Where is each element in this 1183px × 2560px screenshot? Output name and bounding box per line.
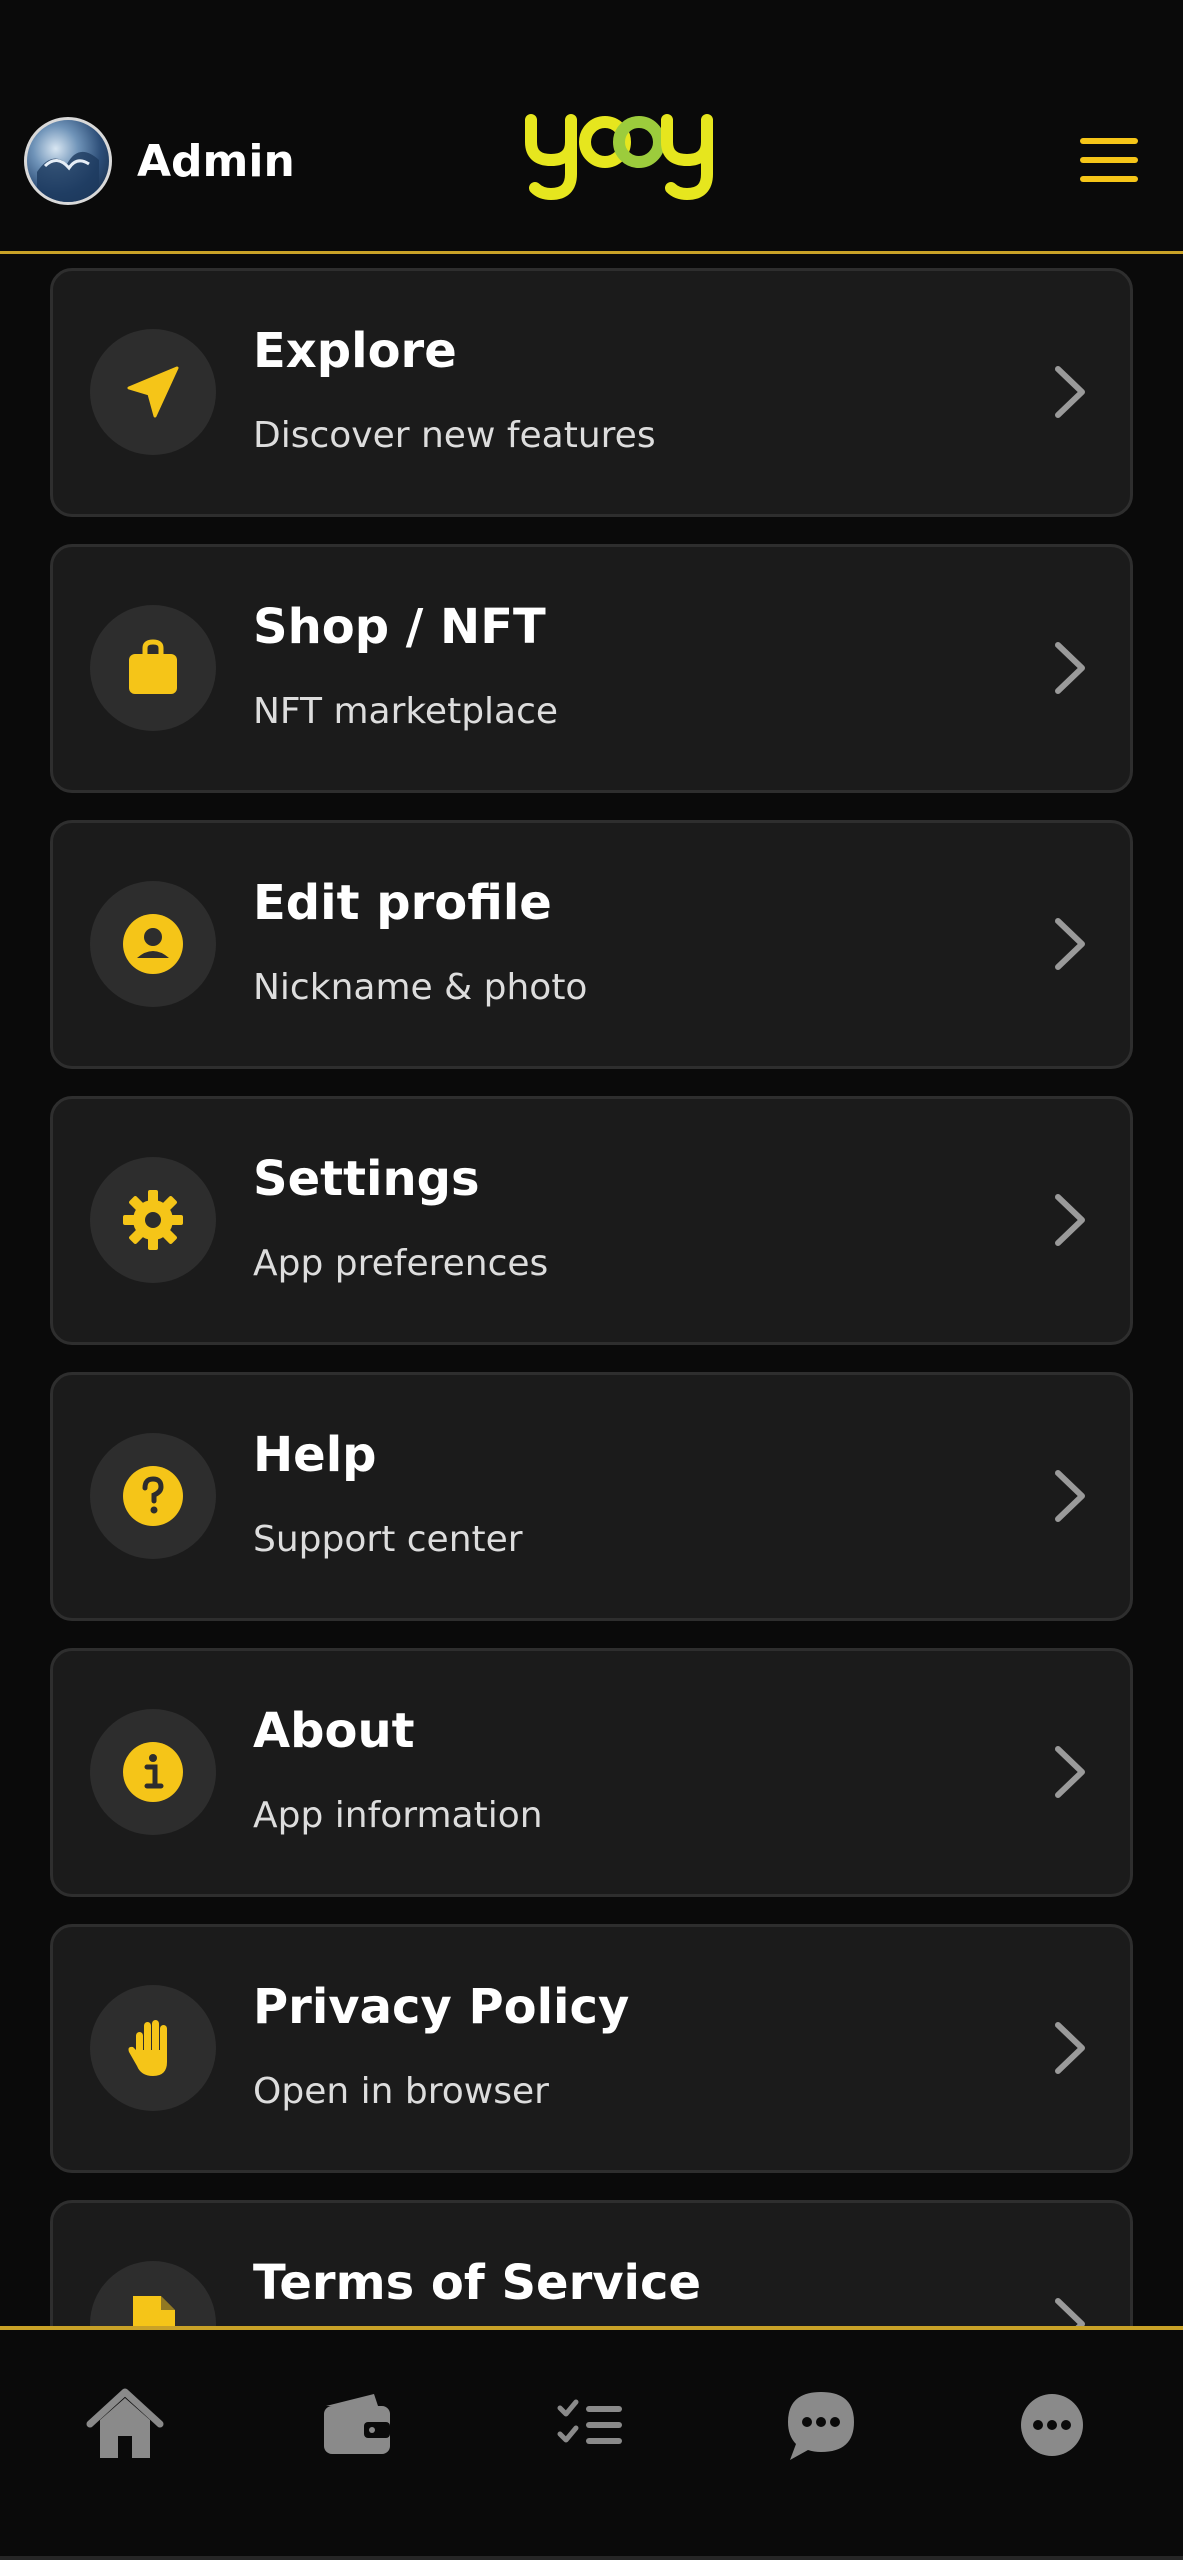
chevron-right-icon [1055, 366, 1085, 418]
home-icon[interactable] [80, 2380, 170, 2470]
info-circle-glyph [123, 1742, 183, 1802]
home-glyph [86, 2388, 164, 2458]
menu-item-title: Shop / NFT [253, 599, 546, 655]
menu-item-title: Privacy Policy [253, 1979, 630, 2035]
home-indicator [0, 2556, 1183, 2560]
chevron-right-icon [1055, 918, 1085, 970]
menu-item-about[interactable]: About App information [50, 1648, 1133, 1897]
info-circle-icon [90, 1709, 216, 1835]
chat-bubble-glyph [788, 2392, 854, 2460]
menu-item-settings[interactable]: Settings App preferences [50, 1096, 1133, 1345]
menu-item-privacy-policy[interactable]: Privacy Policy Open in browser [50, 1924, 1133, 2173]
checklist-icon[interactable] [546, 2380, 636, 2470]
document-glyph [133, 2296, 175, 2326]
hand-stop-icon [90, 1985, 216, 2111]
menu-list[interactable]: Explore Discover new features Shop / NFT… [50, 268, 1133, 2326]
chevron-right-icon [1055, 642, 1085, 694]
user-circle-icon [90, 881, 216, 1007]
hand-stop-glyph [128, 2020, 167, 2076]
yooy-logo [525, 114, 713, 201]
question-circle-glyph [123, 1466, 183, 1526]
hamburger-menu-icon[interactable] [1080, 132, 1140, 188]
shopping-bag-icon [90, 605, 216, 731]
menu-item-subtitle: App preferences [253, 1243, 549, 1284]
shopping-bag-glyph [129, 639, 177, 694]
paper-plane-glyph [127, 366, 179, 418]
menu-item-title: Edit profile [253, 875, 552, 931]
more-glyph [1021, 2394, 1083, 2456]
menu-item-explore[interactable]: Explore Discover new features [50, 268, 1133, 517]
wallet-icon[interactable] [312, 2380, 402, 2470]
more-icon[interactable] [1007, 2380, 1097, 2470]
chevron-right-icon [1055, 1746, 1085, 1798]
menu-bar [1080, 157, 1138, 163]
question-circle-icon [90, 1433, 216, 1559]
avatar-image [37, 151, 99, 202]
paper-plane-icon [90, 329, 216, 455]
menu-item-title: Explore [253, 323, 457, 379]
menu-bar [1080, 176, 1138, 182]
checklist-glyph [557, 2399, 622, 2444]
menu-item-subtitle: Open in browser [253, 2071, 549, 2112]
menu-item-edit-profile[interactable]: Edit profile Nickname & photo [50, 820, 1133, 1069]
menu-item-subtitle: Discover new features [253, 415, 656, 456]
gear-glyph [123, 1190, 183, 1250]
menu-item-title: About [253, 1703, 415, 1759]
bottom-navigation [0, 2326, 1183, 2560]
menu-bar [1080, 138, 1138, 144]
menu-item-help[interactable]: Help Support center [50, 1372, 1133, 1621]
menu-item-subtitle: Support center [253, 1519, 523, 1560]
chevron-right-icon [1055, 2298, 1085, 2326]
menu-item-subtitle: App information [253, 1795, 543, 1836]
menu-item-terms-of-service[interactable]: Terms of Service [50, 2200, 1133, 2326]
user-name: Admin [137, 136, 295, 187]
avatar[interactable] [24, 117, 112, 205]
menu-item-shop-nft[interactable]: Shop / NFT NFT marketplace [50, 544, 1133, 793]
app-header: Admin [0, 0, 1183, 254]
chevron-right-icon [1055, 1194, 1085, 1246]
menu-item-title: Terms of Service [253, 2255, 702, 2311]
wallet-glyph [324, 2394, 390, 2454]
chat-bubble-icon[interactable] [776, 2380, 866, 2470]
document-icon [90, 2261, 216, 2326]
gear-icon [90, 1157, 216, 1283]
menu-item-title: Help [253, 1427, 377, 1483]
menu-item-subtitle: Nickname & photo [253, 967, 588, 1008]
chevron-right-icon [1055, 2022, 1085, 2074]
menu-item-subtitle: NFT marketplace [253, 691, 559, 732]
menu-item-title: Settings [253, 1151, 480, 1207]
user-circle-glyph [123, 914, 183, 974]
chevron-right-icon [1055, 1470, 1085, 1522]
